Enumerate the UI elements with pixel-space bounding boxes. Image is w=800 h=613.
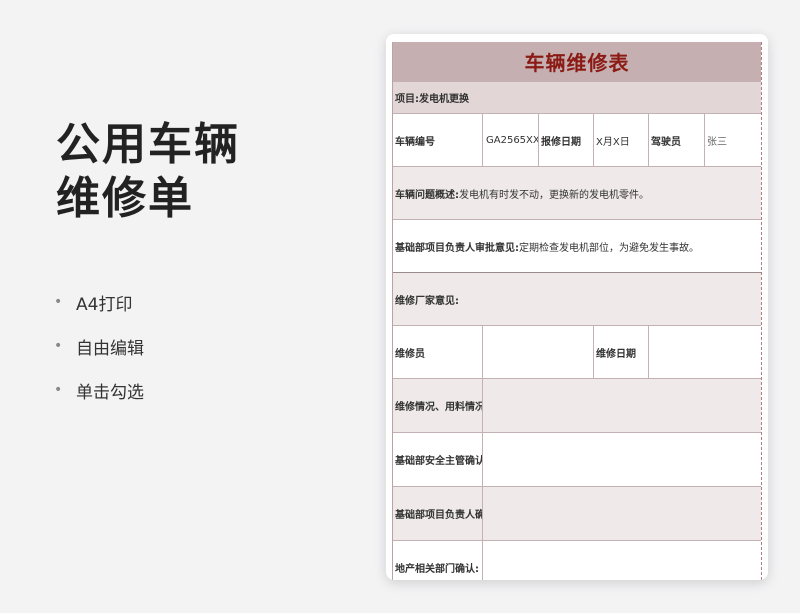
safety-value[interactable] <box>483 433 761 486</box>
report-date-label: 报修日期 <box>539 114 594 166</box>
feature-item: • 自由编辑 <box>54 338 144 359</box>
feature-list: • A4打印 • 自由编辑 • 单击勾选 <box>54 280 144 412</box>
repairer-value[interactable] <box>483 326 594 378</box>
pm-confirm-value[interactable] <box>483 487 761 540</box>
bullet-icon: • <box>54 338 63 354</box>
bullet-icon: • <box>54 382 63 398</box>
project-label: 项目:发电机更换 <box>395 94 469 105</box>
promo-title: 公用车辆 维修单 <box>56 118 240 226</box>
form-title: 车辆维修表 <box>524 51 630 75</box>
approval-text: 定期检查发电机部位，为避免发生事故。 <box>519 242 699 254</box>
issue-text: 发电机有时发不动，更换新的发电机零件。 <box>459 189 649 201</box>
issue-row: 车辆问题概述: 发电机有时发不动，更换新的发电机零件。 <box>393 167 761 220</box>
issue-cell[interactable]: 车辆问题概述: 发电机有时发不动，更换新的发电机零件。 <box>393 167 761 219</box>
estate-row: 地产相关部门确认: <box>393 541 761 580</box>
feature-item: • A4打印 <box>54 294 133 315</box>
repair-date-value[interactable] <box>649 326 761 378</box>
safety-label: 基础部安全主管确认: <box>393 433 483 486</box>
estate-value[interactable] <box>483 541 761 580</box>
repair-status-label: 维修情况、用料情况: <box>393 379 483 432</box>
pm-confirm-row: 基础部项目负责人确认: <box>393 487 761 541</box>
report-date-value[interactable]: X月X日 <box>594 114 649 166</box>
vendor-opinion-row: 维修厂家意见: <box>393 273 761 326</box>
repair-status-value[interactable] <box>483 379 761 432</box>
form-header: 车辆维修表 <box>393 42 761 82</box>
approval-row: 基础部项目负责人审批意见: 定期检查发电机部位，为避免发生事故。 <box>393 220 761 273</box>
promo-title-line2: 维修单 <box>56 173 194 224</box>
vehicle-info-row: 车辆编号 GA2565XXX 报修日期 X月X日 驾驶员 张三 <box>393 114 761 167</box>
vendor-opinion-label[interactable]: 维修厂家意见: <box>393 273 761 325</box>
repair-date-label: 维修日期 <box>594 326 649 378</box>
approval-label: 基础部项目负责人审批意见: <box>395 242 519 254</box>
vehicle-no-label: 车辆编号 <box>393 114 483 166</box>
estate-label: 地产相关部门确认: <box>393 541 483 580</box>
safety-row: 基础部安全主管确认: <box>393 433 761 487</box>
project-row: 项目:发电机更换 <box>393 82 761 114</box>
repair-status-row: 维修情况、用料情况: <box>393 379 761 433</box>
promo-title-line1: 公用车辆 <box>56 119 240 170</box>
repairer-row: 维修员 维修日期 <box>393 326 761 379</box>
feature-item: • 单击勾选 <box>54 382 144 403</box>
repairer-label: 维修员 <box>393 326 483 378</box>
driver-label: 驾驶员 <box>649 114 705 166</box>
pm-confirm-label: 基础部项目负责人确认: <box>393 487 483 540</box>
bullet-icon: • <box>54 294 63 310</box>
driver-value[interactable]: 张三 <box>705 114 761 166</box>
form-preview-card[interactable]: 车辆维修表 项目:发电机更换 车辆编号 GA2565XXX 报修日期 X月X日 … <box>386 34 768 580</box>
approval-cell[interactable]: 基础部项目负责人审批意见: 定期检查发电机部位，为避免发生事故。 <box>393 220 761 272</box>
vehicle-no-value[interactable]: GA2565XXX <box>483 114 539 166</box>
issue-label: 车辆问题概述: <box>395 189 459 201</box>
repair-form-sheet: 车辆维修表 项目:发电机更换 车辆编号 GA2565XXX 报修日期 X月X日 … <box>392 42 762 580</box>
